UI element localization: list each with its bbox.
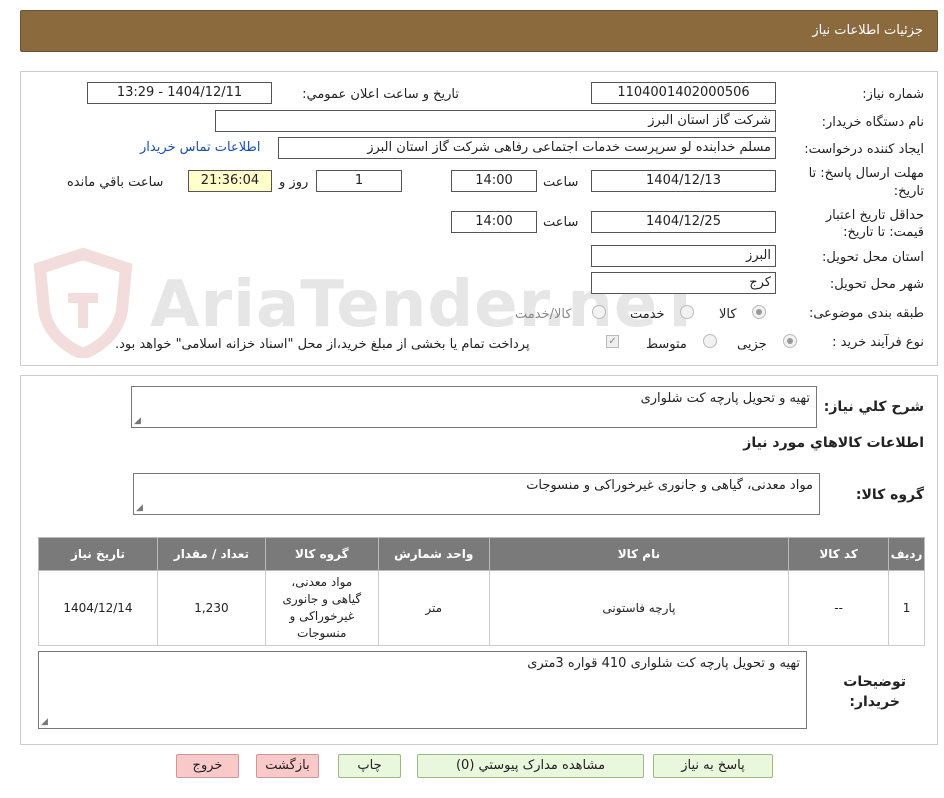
page-header: جزئیات اطلاعات نیاز xyxy=(20,10,938,52)
price-validity-time-field: 14:00 xyxy=(451,211,537,233)
print-button[interactable]: چاپ xyxy=(338,754,401,778)
buyer-org-label: نام دستگاه خريدار: xyxy=(821,115,924,130)
process-option-medium: متوسط xyxy=(646,337,687,352)
general-desc-textarea[interactable]: تهیه و تحویل پارچه کت شلواری ◢ xyxy=(131,386,817,428)
cell-qty: 1,230 xyxy=(156,570,266,646)
reply-days-field: 1 xyxy=(316,170,402,192)
general-desc-value: تهیه و تحویل پارچه کت شلواری xyxy=(640,391,810,406)
reply-deadline-time-label: ساعت xyxy=(543,175,579,190)
table-header-row: رديف کد کالا نام کالا واحد شمارش گروه کا… xyxy=(38,537,925,571)
requester-field: مسلم خدابنده لو سرپرست خدمات اجتماعی رفا… xyxy=(278,137,776,159)
category-option-goods-service: کالا/خدمت xyxy=(515,307,572,322)
cell-row-number: 1 xyxy=(888,570,925,646)
col-header-group: گروه کالا xyxy=(264,537,379,571)
delivery-city-label: شهر محل تحويل: xyxy=(829,277,924,292)
resize-grip-icon[interactable]: ◢ xyxy=(134,416,141,426)
page-title: جزئیات اطلاعات نیاز xyxy=(812,23,923,38)
col-header-qty: تعداد / مقدار xyxy=(156,537,266,571)
remaining-label: ساعت باقي مانده xyxy=(67,175,164,190)
attachments-button[interactable]: مشاهده مدارک پيوستي (0) xyxy=(417,754,644,778)
reply-button[interactable]: پاسخ به نياز xyxy=(653,754,773,778)
reply-days-label: روز و xyxy=(279,175,309,190)
delivery-province-label: استان محل تحويل: xyxy=(822,250,924,265)
category-radio-goods-service[interactable] xyxy=(592,305,606,319)
process-radio-minor[interactable] xyxy=(783,334,797,348)
buyer-notes-label-line1: توضيحات xyxy=(843,674,906,690)
col-header-code: کد کالا xyxy=(788,537,890,571)
need-number-label: شماره نیاز: xyxy=(862,87,924,102)
items-table: رديف کد کالا نام کالا واحد شمارش گروه کا… xyxy=(38,537,925,646)
resize-grip-icon[interactable]: ◢ xyxy=(41,717,48,727)
cell-group: مواد معدنی، گیاهی و جانوری غیرخوراکی و م… xyxy=(264,570,379,646)
reply-deadline-time-field: 14:00 xyxy=(451,170,537,192)
requester-label: ايجاد کننده درخواست: xyxy=(804,142,924,157)
treasury-note: پرداخت تمام یا بخشی از مبلغ خرید،از محل … xyxy=(115,337,530,352)
table-row: 1 -- پارچه فاستونی متر مواد معدنی، گیاهی… xyxy=(38,570,925,646)
col-header-name: نام کالا xyxy=(488,537,790,571)
col-header-unit: واحد شمارش xyxy=(377,537,490,571)
goods-info-heading: اطلاعات کالاهاي مورد نياز xyxy=(743,435,924,451)
general-desc-label: شرح کلي نياز: xyxy=(823,399,924,415)
countdown-timer: 21:36:04 xyxy=(188,170,272,192)
announce-datetime-field: 1404/12/11 - 13:29 xyxy=(87,82,272,104)
price-validity-date-field: 1404/12/25 xyxy=(591,211,776,233)
category-label: طبقه بندی موضوعی: xyxy=(808,306,924,321)
need-number-field: 1104001402000506 xyxy=(591,82,776,104)
delivery-city-field: کرج xyxy=(591,272,776,294)
category-radio-goods[interactable] xyxy=(752,305,766,319)
col-header-row-number: رديف xyxy=(888,537,925,571)
reply-deadline-label-line1: مهلت ارسال پاسخ: تا xyxy=(808,166,924,181)
goods-group-textarea[interactable]: مواد معدنی، گیاهی و جانوری غیرخوراکی و م… xyxy=(133,473,820,515)
price-validity-label: حداقل تاريخ اعتبار قیمت: تا تاریخ: xyxy=(826,207,924,241)
announce-datetime-label: تاریخ و ساعت اعلان عمومي: xyxy=(302,87,459,102)
buyer-contact-link[interactable]: اطلاعات تماس خریدار xyxy=(140,140,260,155)
purchase-process-label: نوع فرآیند خرید : xyxy=(832,335,924,350)
goods-group-label: گروه کالا: xyxy=(855,487,924,503)
buyer-notes-value: تهیه و تحویل پارچه کت شلواری 410 قواره 3… xyxy=(527,656,800,671)
buyer-notes-label-line2: خريدار: xyxy=(849,694,900,710)
reply-deadline-label-line2: تاریخ: xyxy=(893,184,924,199)
buyer-notes-textarea[interactable]: تهیه و تحویل پارچه کت شلواری 410 قواره 3… xyxy=(38,651,807,729)
back-button[interactable]: بازگشت xyxy=(256,754,319,778)
price-validity-label-line1: حداقل تاريخ اعتبار xyxy=(825,208,924,223)
category-radio-service[interactable] xyxy=(680,305,694,319)
buyer-notes-label: توضيحات خريدار: xyxy=(843,672,906,712)
exit-button[interactable]: خروج xyxy=(176,754,239,778)
cell-name: پارچه فاستونی xyxy=(488,570,790,646)
buyer-org-field: شرکت گاز استان البرز xyxy=(215,110,776,132)
treasury-checkbox[interactable]: ✓ xyxy=(606,335,619,348)
delivery-province-field: البرز xyxy=(591,245,776,267)
resize-grip-icon[interactable]: ◢ xyxy=(136,503,143,513)
category-option-service: خدمت xyxy=(630,307,665,322)
reply-deadline-label: مهلت ارسال پاسخ: تا تاریخ: xyxy=(809,165,924,201)
process-option-minor: جزیی xyxy=(737,337,767,352)
reply-deadline-date-field: 1404/12/13 xyxy=(591,170,776,192)
cell-date: 1404/12/14 xyxy=(38,570,158,646)
cell-code: -- xyxy=(788,570,890,646)
cell-unit: متر xyxy=(377,570,490,646)
col-header-date: تاريخ نياز xyxy=(38,537,158,571)
category-option-goods: کالا xyxy=(719,307,737,322)
price-validity-label-line2: قیمت: تا تاریخ: xyxy=(843,225,924,240)
price-validity-time-label: ساعت xyxy=(543,215,579,230)
process-radio-medium[interactable] xyxy=(703,334,717,348)
goods-group-value: مواد معدنی، گیاهی و جانوری غیرخوراکی و م… xyxy=(526,478,813,493)
